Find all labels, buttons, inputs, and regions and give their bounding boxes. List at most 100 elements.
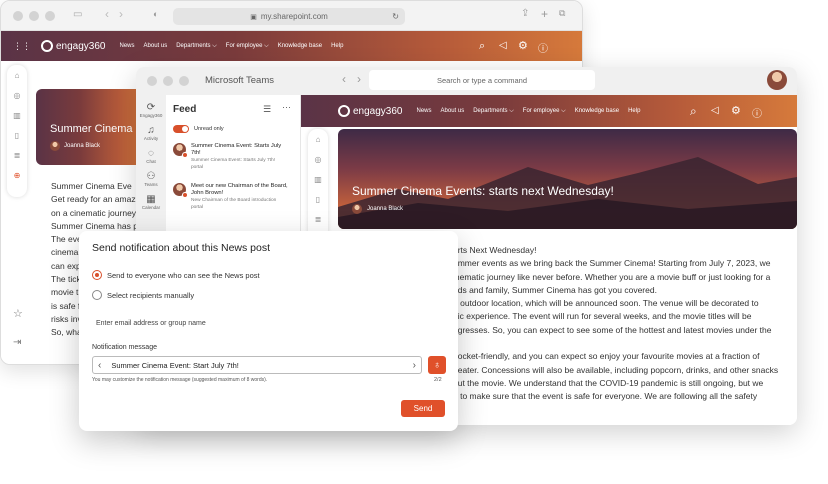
building-icon[interactable]: ▥ [13, 111, 21, 121]
feed-item-avatar [173, 183, 188, 198]
nav-help[interactable]: Help [628, 108, 640, 114]
notification-message-field[interactable]: ‹ Summer Cinema Event: Start July 7th! › [92, 356, 422, 374]
building-icon[interactable]: ▥ [314, 175, 322, 185]
nav-departments[interactable]: Departments ⌵ [176, 43, 217, 50]
nav-knowledge-base[interactable]: Knowledge base [278, 43, 322, 49]
article-line: ads and family, Summer Cinema has got yo… [453, 284, 657, 295]
back-icon[interactable]: ‹ [105, 7, 109, 21]
more-options-icon[interactable]: ··· [282, 102, 291, 112]
next-suggestion-icon[interactable]: › [413, 360, 416, 371]
globe-icon[interactable]: ◎ [315, 155, 322, 165]
address-bar[interactable]: ▣ my.sharepoint.com ↻ [173, 8, 405, 25]
home-icon[interactable]: ⌂ [316, 135, 321, 145]
send-notification-dialog: Send notification about this News post S… [79, 231, 458, 431]
article-line: on a cinematic journey [51, 207, 137, 218]
teams-window-title: Microsoft Teams [205, 75, 274, 86]
forward-icon[interactable]: › [119, 7, 123, 21]
rail-teams[interactable]: ⚇ Teams [136, 171, 166, 187]
radio-select-manually[interactable] [92, 290, 102, 300]
article-line: pocket-friendly, and you can expect so e… [453, 351, 760, 362]
embedded-navbar: engagy360 News About us Departments ⌵ Fo… [301, 95, 797, 127]
teams-zoom-button[interactable] [179, 76, 189, 86]
list-icon[interactable]: ≣ [14, 151, 21, 161]
nav-news[interactable]: News [120, 43, 135, 49]
help-icon[interactable]: ⓘ [538, 40, 548, 55]
nav-knowledge-base[interactable]: Knowledge base [575, 108, 619, 114]
gear-icon[interactable]: ⚙ [731, 104, 741, 117]
home-icon[interactable]: ⌂ [15, 71, 20, 81]
share-icon[interactable]: ⇪ [521, 8, 529, 19]
send-button[interactable]: Send [401, 400, 445, 417]
engagy-logo-icon [41, 40, 53, 52]
brand-name: engagy360 [56, 40, 106, 52]
nav-departments[interactable]: Departments ⌵ [473, 108, 514, 115]
sign-out-icon[interactable]: ⇥ [13, 337, 21, 348]
megaphone-icon[interactable]: ◁ [711, 105, 719, 116]
globe-icon[interactable]: ◎ [14, 91, 21, 101]
rail-engagy[interactable]: ⟳ Engagy360 [136, 102, 166, 118]
document-icon[interactable]: ▯ [15, 131, 19, 141]
rail-activity[interactable]: ♫ Activity [136, 125, 166, 141]
minimize-window-button[interactable] [29, 11, 39, 21]
portal-navbar: ⋮⋮ engagy360 News About us Departments ⌵… [1, 31, 582, 61]
dialog-title: Send notification about this News post [92, 242, 271, 254]
article-line [453, 337, 793, 350]
teams-user-avatar[interactable] [767, 70, 787, 90]
teams-minimize-button[interactable] [163, 76, 173, 86]
add-icon[interactable]: ⊕ [14, 171, 21, 181]
app-launcher-icon[interactable]: ⋮⋮ [13, 41, 31, 52]
feed-title: Feed [173, 104, 197, 115]
filter-icon[interactable]: ☰ [263, 104, 271, 115]
feed-item-sub: Summer Cinema Event: Starts July 7th! [191, 158, 275, 163]
tabs-overview-icon[interactable]: ⧉ [559, 8, 565, 19]
nav-about-us[interactable]: About us [441, 108, 465, 114]
search-icon[interactable]: ⌕ [479, 40, 485, 53]
engagy-icon: ⟳ [146, 102, 156, 113]
brand-logo[interactable]: engagy360 [41, 40, 106, 52]
document-icon[interactable]: ▯ [316, 195, 320, 205]
embedded-article-body: arts Next Wednesday! ummer events as we … [453, 244, 793, 404]
hero-title: Summer Cinema [50, 123, 133, 135]
close-window-button[interactable] [13, 11, 23, 21]
nav-news[interactable]: News [417, 108, 432, 114]
reload-icon[interactable]: ↻ [392, 12, 399, 21]
browser-titlebar: ▭ ‹ › ◐ ▣ my.sharepoint.com ↻ ⇪ + ⧉ [1, 1, 582, 31]
feed-item[interactable]: Meet our new Chairman of the Board, John… [173, 183, 291, 211]
message-value: Summer Cinema Event: Start July 7th! [111, 360, 239, 370]
portal-side-rail: ⌂ ◎ ▥ ▯ ≣ ⊕ [7, 65, 27, 197]
engagy-logo-icon [338, 105, 350, 117]
radio-send-to-everyone[interactable] [92, 270, 102, 280]
article-line: out the movie. We understand that the CO… [453, 377, 764, 388]
feed-item[interactable]: Summer Cinema Event: Starts July 7th! Su… [173, 143, 291, 171]
brand-name: engagy360 [353, 105, 403, 117]
zoom-window-button[interactable] [45, 11, 55, 21]
teams-back-icon[interactable]: ‹ [342, 72, 346, 86]
embedded-brand-logo[interactable]: engagy360 [338, 105, 403, 117]
new-tab-icon[interactable]: + [541, 7, 548, 21]
gear-icon[interactable]: ⚙ [518, 39, 528, 52]
email-input[interactable]: Enter email address or group name [92, 314, 442, 332]
lightbulb-suggest-button[interactable]: ♁ [428, 356, 446, 374]
lightbulb-icon: ♁ [433, 359, 441, 371]
teams-search-input[interactable]: Search or type a command [369, 70, 595, 90]
sidebar-toggle-icon[interactable]: ▭ [73, 9, 82, 20]
star-icon[interactable]: ☆ [13, 307, 23, 320]
nav-about-us[interactable]: About us [144, 43, 168, 49]
unread-toggle[interactable] [173, 125, 189, 133]
rail-calendar[interactable]: ▦ Calendar [136, 194, 166, 210]
article-line: n outdoor location, which will be announ… [453, 298, 759, 309]
list-icon[interactable]: ≣ [315, 215, 322, 225]
article-line: arts Next Wednesday! [453, 245, 537, 255]
feed-item-source: portal [191, 205, 203, 210]
rail-chat[interactable]: ◌ Chat [136, 148, 166, 164]
teams-forward-icon[interactable]: › [357, 72, 361, 86]
teams-close-button[interactable] [147, 76, 157, 86]
previous-suggestion-icon[interactable]: ‹ [98, 360, 101, 371]
nav-for-employee[interactable]: For employee ⌵ [226, 43, 269, 50]
nav-help[interactable]: Help [331, 43, 343, 49]
help-icon[interactable]: ⓘ [752, 105, 762, 120]
calendar-icon: ▦ [146, 194, 156, 205]
nav-for-employee[interactable]: For employee ⌵ [523, 108, 566, 115]
search-icon[interactable]: ⌕ [690, 104, 697, 119]
megaphone-icon[interactable]: ◁ [499, 40, 507, 51]
